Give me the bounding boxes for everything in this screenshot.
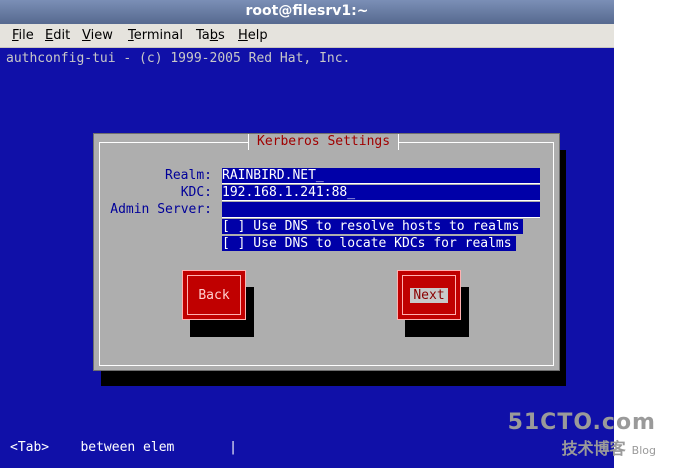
- next-button[interactable]: Next: [397, 270, 461, 320]
- terminal-area[interactable]: authconfig-tui - (c) 1999-2005 Red Hat, …: [0, 48, 614, 468]
- admin-server-label: Admin Server:: [110, 202, 212, 217]
- dns-locate-kdcs-checkbox[interactable]: [ ] Use DNS to locate KDCs for realms: [222, 236, 516, 251]
- dns-resolve-hosts-checkbox[interactable]: [ ] Use DNS to resolve hosts to realms: [222, 219, 524, 234]
- kdc-field[interactable]: 192.168.1.241:88_: [222, 185, 540, 201]
- back-button[interactable]: Back: [182, 270, 246, 320]
- menu-help[interactable]: Help: [238, 28, 268, 43]
- back-button-label: Back: [198, 287, 230, 303]
- dialog-title: Kerberos Settings: [248, 134, 400, 150]
- title-bar[interactable]: root@filesrv1:~: [0, 0, 614, 25]
- program-banner: authconfig-tui - (c) 1999-2005 Red Hat, …: [6, 51, 351, 66]
- terminal-window: root@filesrv1:~ File Edit View Terminal …: [0, 0, 614, 468]
- menu-terminal[interactable]: Terminal: [128, 28, 183, 43]
- status-line: <Tab> between elem |: [10, 440, 237, 455]
- realm-label: Realm:: [165, 168, 212, 183]
- menu-view[interactable]: View: [82, 28, 113, 43]
- kdc-label: KDC:: [180, 185, 212, 200]
- kerberos-dialog: Kerberos Settings Realm: RAINBIRD.NET_ K…: [93, 133, 560, 371]
- menu-bar: File Edit View Terminal Tabs Help: [0, 24, 614, 48]
- menu-tabs[interactable]: Tabs: [196, 28, 225, 43]
- next-button-label: Next: [410, 287, 448, 303]
- next-button-face: Next: [402, 275, 456, 315]
- menu-file[interactable]: File: [12, 28, 34, 43]
- watermark-brand: 51CTO.com: [507, 410, 656, 435]
- site-watermark: 51CTO.com 技术博客 Blog: [508, 410, 656, 459]
- watermark-cn: 技术博客: [561, 439, 626, 458]
- back-button-face: Back: [187, 275, 241, 315]
- watermark-blog: Blog: [631, 444, 656, 457]
- admin-server-field[interactable]: [222, 202, 540, 218]
- menu-edit[interactable]: Edit: [45, 28, 70, 43]
- realm-field[interactable]: RAINBIRD.NET_: [222, 168, 540, 184]
- torn-edge: [614, 0, 676, 475]
- window-title: root@filesrv1:~: [245, 3, 369, 19]
